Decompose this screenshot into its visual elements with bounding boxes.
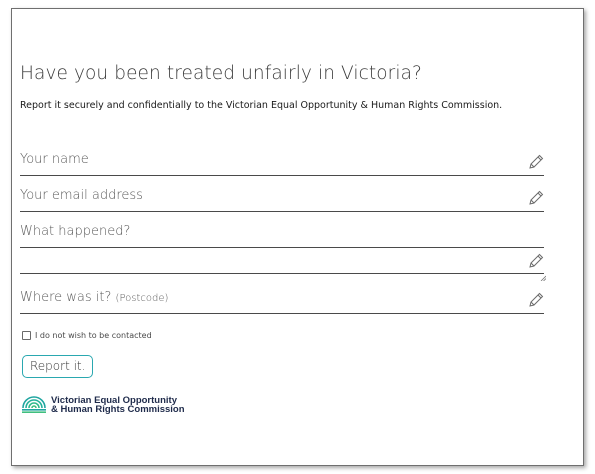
rainbow-logo-icon xyxy=(21,393,47,417)
no-contact-checkbox[interactable] xyxy=(22,331,31,340)
no-contact-label[interactable]: I do not wish to be contacted xyxy=(35,331,152,340)
postcode-placeholder: Where was it? (Postcode) xyxy=(20,290,169,305)
postcode-input[interactable]: Where was it? (Postcode) xyxy=(20,286,544,314)
logo-line-2: & Human Rights Commission xyxy=(51,404,185,415)
postcode-hint: (Postcode) xyxy=(115,293,169,304)
what-happened-placeholder: What happened? xyxy=(20,224,131,239)
email-placeholder: Your email address xyxy=(20,188,143,203)
pencil-icon xyxy=(528,154,544,170)
no-contact-checkbox-row[interactable]: I do not wish to be contacted xyxy=(22,331,152,340)
what-happened-textarea[interactable]: What happened? xyxy=(20,220,544,248)
logo-wordmark: Victorian Equal Opportunity & Human Righ… xyxy=(51,396,185,415)
report-it-button[interactable]: Report it. xyxy=(22,355,94,378)
name-placeholder: Your name xyxy=(20,152,89,167)
form-subtitle: Report it securely and confidentially to… xyxy=(20,100,503,111)
pencil-icon xyxy=(528,292,544,308)
vehrc-logo: Victorian Equal Opportunity & Human Righ… xyxy=(21,393,185,417)
email-input[interactable]: Your email address xyxy=(20,184,544,212)
pencil-icon xyxy=(528,190,544,206)
resize-handle-icon[interactable] xyxy=(540,266,547,282)
form-title: Have you been treated unfairly in Victor… xyxy=(20,63,422,84)
what-happened-textarea-bottom[interactable] xyxy=(20,248,547,282)
name-input[interactable]: Your name xyxy=(20,148,544,176)
